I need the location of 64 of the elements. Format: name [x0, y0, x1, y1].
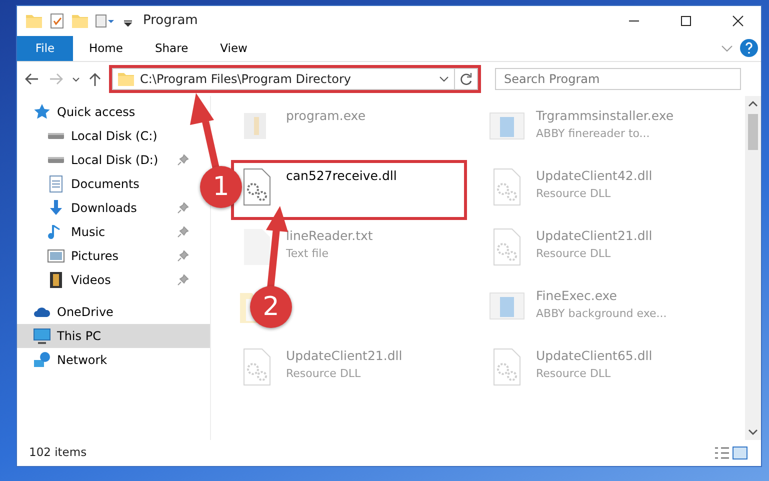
address-field[interactable]: C:\Program Files\Program Directory [112, 68, 454, 90]
search-field[interactable]: Search Program [495, 68, 741, 90]
file-name: UpdateClient21.dll [536, 227, 652, 245]
help-icon[interactable] [737, 36, 761, 60]
ribbon-tab[interactable]: View [204, 36, 264, 61]
file-name: can527receive.dll [286, 167, 397, 185]
picture-icon [47, 247, 65, 265]
sidebar-item[interactable]: OneDrive [17, 300, 195, 324]
file-type: ABBY background exe... [536, 306, 667, 322]
file-name: Trgrammsinstaller.exe [536, 107, 674, 125]
address-path: C:\Program Files\Program Directory [140, 71, 352, 88]
pin-icon [177, 274, 189, 286]
ribbon-tab[interactable]: Home [73, 36, 139, 61]
large-icons-view-icon[interactable] [731, 445, 749, 461]
pin-icon [177, 226, 189, 238]
scroll-down-icon[interactable] [748, 428, 758, 436]
file-item[interactable]: can527receive.dll [231, 160, 467, 220]
drive-icon [47, 132, 65, 140]
monitor-icon [33, 327, 51, 345]
sidebar-item[interactable]: Local Disk (D:) [17, 148, 195, 172]
scrollbar-thumb[interactable] [748, 114, 758, 150]
file-name: program.exe [286, 107, 366, 125]
file-name: UpdateClient42.dll [536, 167, 652, 185]
sidebar-item[interactable]: Network [17, 348, 195, 372]
ribbon-tab[interactable]: Share [138, 36, 204, 61]
file-name: lineReader.txt [286, 227, 373, 245]
document-icon [47, 175, 65, 193]
drive-icon [47, 156, 65, 164]
sidebar-item[interactable]: Videos [17, 268, 195, 292]
details-view-icon[interactable] [713, 445, 731, 461]
network-icon [33, 351, 51, 369]
download-icon [47, 199, 65, 217]
folder-icon [117, 70, 135, 88]
close-icon [732, 15, 744, 27]
file-type: Resource DLL [536, 246, 612, 262]
sidebar-item[interactable]: This PC [17, 324, 210, 348]
properties-icon[interactable] [49, 12, 65, 30]
file-name: UpdateClient21.dll [286, 347, 402, 365]
refresh-icon [459, 72, 473, 86]
sidebar-item[interactable]: Downloads [17, 196, 195, 220]
file-type: Resource DLL [286, 366, 362, 382]
sidebar-item[interactable]: Quick access [17, 100, 195, 124]
sidebar-item[interactable]: Music [17, 220, 195, 244]
star-icon [33, 103, 51, 121]
file-type: Resource DLL [536, 186, 612, 202]
pin-icon [177, 202, 189, 214]
item-count: 102 items [29, 444, 88, 462]
maximize-icon [680, 15, 692, 27]
sidebar-item[interactable]: Documents [17, 172, 195, 196]
file-name: FineExec.exe [536, 287, 618, 305]
file-name: UpdateClient65.dll [536, 347, 652, 365]
scroll-up-icon[interactable] [748, 100, 758, 108]
view-options-icon[interactable] [95, 12, 117, 30]
film-icon [47, 271, 65, 289]
file-type: ABBY finereader to... [536, 126, 651, 142]
file-type: Text file [286, 246, 330, 262]
sidebar-item[interactable]: Local Disk (C:) [17, 124, 195, 148]
window-title: Program [143, 12, 199, 30]
pin-icon [177, 154, 189, 166]
sidebar-item[interactable]: Pictures [17, 244, 195, 268]
file-type: Resource DLL [536, 366, 612, 382]
pin-icon [177, 250, 189, 262]
file-menu-button[interactable]: File [17, 36, 73, 61]
refresh-button[interactable] [454, 68, 478, 90]
